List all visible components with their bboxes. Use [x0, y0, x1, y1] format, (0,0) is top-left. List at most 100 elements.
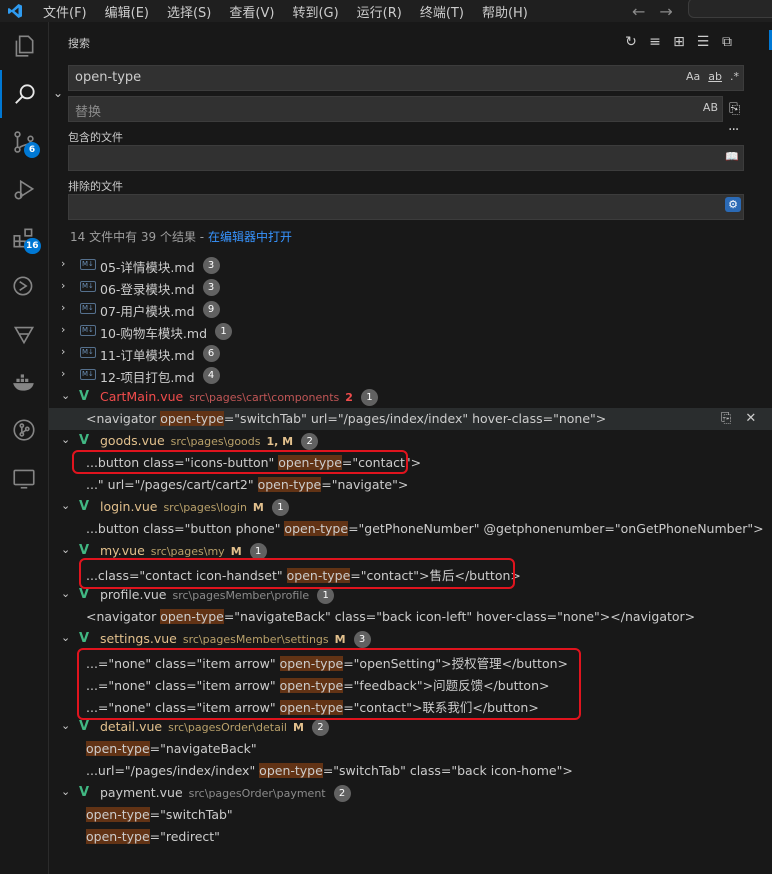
match-count-badge: 6: [202, 345, 220, 362]
file-name-text: detail.vue: [100, 719, 163, 734]
gitlens-button[interactable]: [0, 310, 48, 358]
match-result-row[interactable]: ...button class="button phone" open-type…: [49, 518, 772, 540]
file-result-row[interactable]: ⌄ Vpayment.vue src\pagesOrder\payment 2: [49, 782, 772, 804]
menu-item[interactable]: 运行(R): [357, 2, 402, 21]
activity-bar: 6 16: [0, 22, 49, 874]
match-text: open-type="switchTab": [86, 807, 233, 822]
match-result-row[interactable]: ..." url="/pages/cart/cart2" open-type="…: [49, 474, 772, 496]
file-result-row[interactable]: › M↓ 10-购物车模块.md 1: [49, 320, 772, 342]
match-case-icon[interactable]: Aa: [686, 70, 700, 83]
menu-item[interactable]: 文件(F): [43, 2, 87, 21]
file-path: src\pagesMember\settings: [182, 633, 329, 646]
refresh-icon[interactable]: ↻: [619, 33, 643, 51]
chevron-right-icon[interactable]: ›: [61, 301, 65, 314]
match-result-row[interactable]: open-type="redirect": [49, 826, 772, 848]
view-as-tree-icon[interactable]: ☰: [691, 33, 715, 51]
explorer-button[interactable]: [0, 22, 48, 70]
match-result-row[interactable]: <navigator open-type="switchTab" url="/p…: [49, 408, 772, 430]
file-result-row[interactable]: ⌄ Vgoods.vue src\pages\goods 1, M 2: [49, 430, 772, 452]
source-control-button[interactable]: 6: [0, 118, 48, 166]
chevron-right-icon[interactable]: ›: [61, 345, 65, 358]
command-center[interactable]: [688, 0, 772, 18]
chevron-right-icon[interactable]: ›: [61, 257, 65, 270]
file-name-text: 10-购物车模块.md: [100, 326, 208, 341]
vscode-logo-icon: [8, 4, 22, 18]
exclude-files-input[interactable]: ⚙: [68, 194, 744, 220]
file-path: src\pages\my: [150, 545, 225, 558]
match-highlight: open-type: [160, 411, 224, 426]
match-context: ...button class="button phone": [86, 521, 285, 536]
markdown-file-icon: M↓: [80, 259, 96, 270]
file-name: payment.vue src\pagesOrder\payment: [100, 785, 326, 800]
file-result-row[interactable]: › M↓ 07-用户模块.md 9: [49, 298, 772, 320]
chevron-down-icon[interactable]: ⌄: [61, 631, 70, 644]
results-summary: 14 文件中有 39 个结果 - 在编辑器中打开: [70, 228, 292, 245]
run-debug-button[interactable]: [0, 166, 48, 214]
match-result-row[interactable]: <navigator open-type="navigateBack" clas…: [49, 606, 772, 628]
new-search-editor-icon[interactable]: ⊞: [667, 33, 691, 51]
chevron-down-icon[interactable]: ⌄: [61, 587, 70, 600]
file-result-row[interactable]: ⌄ Vlogin.vue src\pages\login M 1: [49, 496, 772, 518]
file-name: my.vue src\pages\my M: [100, 543, 242, 558]
match-whole-word-icon[interactable]: ab: [708, 70, 722, 83]
collapse-all-icon[interactable]: ⧉: [715, 33, 739, 51]
match-text: ...button class="button phone" open-type…: [86, 521, 764, 536]
menu-item[interactable]: 选择(S): [167, 2, 211, 21]
replace-input[interactable]: 替换 AB: [68, 96, 723, 122]
file-result-row[interactable]: › M↓ 12-项目打包.md 4: [49, 364, 772, 386]
preserve-case-icon[interactable]: AB: [703, 101, 718, 114]
menu-item[interactable]: 终端(T): [420, 2, 464, 21]
file-result-row[interactable]: › M↓ 11-订单模块.md 6: [49, 342, 772, 364]
chevron-down-icon[interactable]: ⌄: [61, 719, 70, 732]
chevron-down-icon[interactable]: ⌄: [61, 433, 70, 446]
match-count-badge: 3: [353, 631, 371, 648]
back-arrow-icon[interactable]: ←: [632, 2, 645, 21]
replace-icon[interactable]: ⎘: [721, 411, 731, 426]
chevron-right-icon[interactable]: ›: [61, 367, 65, 380]
menu-item[interactable]: 编辑(E): [105, 2, 149, 21]
file-result-row[interactable]: › M↓ 05-详情模块.md 3: [49, 254, 772, 276]
match-result-row[interactable]: ...url="/pages/index/index" open-type="s…: [49, 760, 772, 782]
include-files-input[interactable]: 📖: [68, 145, 744, 171]
match-result-row[interactable]: open-type="switchTab": [49, 804, 772, 826]
git-graph-button[interactable]: [0, 406, 48, 454]
more-options-icon[interactable]: ···: [728, 122, 739, 138]
regex-icon[interactable]: .*: [730, 70, 739, 83]
menu-item[interactable]: 转到(G): [292, 2, 338, 21]
match-context: ="navigateBack" class="back icon-left" h…: [223, 609, 696, 624]
extensions-button[interactable]: 16: [0, 214, 48, 262]
search-input[interactable]: open-type Aa ab .*: [68, 65, 744, 91]
match-result-row[interactable]: open-type="navigateBack": [49, 738, 772, 760]
match-highlight: open-type: [257, 477, 322, 492]
open-in-editor-link[interactable]: 在编辑器中打开: [208, 230, 292, 244]
remote-explorer-button[interactable]: [0, 262, 48, 310]
dismiss-icon[interactable]: ✕: [745, 411, 756, 426]
match-text: open-type="redirect": [86, 829, 220, 844]
chevron-right-icon[interactable]: ›: [61, 279, 65, 292]
use-exclude-settings-icon[interactable]: ⚙: [725, 197, 741, 212]
chevron-down-icon[interactable]: ⌄: [61, 389, 70, 402]
open-editors-only-icon[interactable]: 📖: [725, 150, 739, 163]
chevron-down-icon[interactable]: ⌄: [61, 499, 70, 512]
file-result-row[interactable]: ⌄ V CartMain.vue src\pages\cart\components 2…: [49, 386, 772, 408]
forward-arrow-icon[interactable]: →: [659, 2, 672, 21]
chevron-down-icon[interactable]: ⌄: [61, 543, 70, 556]
replace-all-icon[interactable]: ⎘: [729, 101, 740, 117]
search-button[interactable]: [0, 70, 48, 118]
extensions-badge: 16: [24, 238, 41, 254]
clear-results-icon[interactable]: ≡: [643, 33, 667, 51]
chevron-right-icon[interactable]: ›: [61, 323, 65, 336]
toggle-replace-chevron-icon[interactable]: ⌄: [53, 86, 63, 100]
git-status: 1, M: [266, 435, 294, 448]
chevron-down-icon[interactable]: ⌄: [61, 785, 70, 798]
menu-item[interactable]: 查看(V): [229, 2, 274, 21]
vue-file-icon: V: [79, 433, 90, 448]
file-path: src\pages\goods: [170, 435, 261, 448]
docker-button[interactable]: [0, 358, 48, 406]
file-result-row[interactable]: › M↓ 06-登录模块.md 3: [49, 276, 772, 298]
file-result-row[interactable]: ⌄ Vsettings.vue src\pagesMember\settings M 3: [49, 628, 772, 650]
file-name-text: 11-订单模块.md: [100, 348, 195, 363]
remote-window-button[interactable]: [0, 454, 48, 502]
file-name-text: goods.vue: [100, 433, 165, 448]
menu-item[interactable]: 帮助(H): [482, 2, 528, 21]
